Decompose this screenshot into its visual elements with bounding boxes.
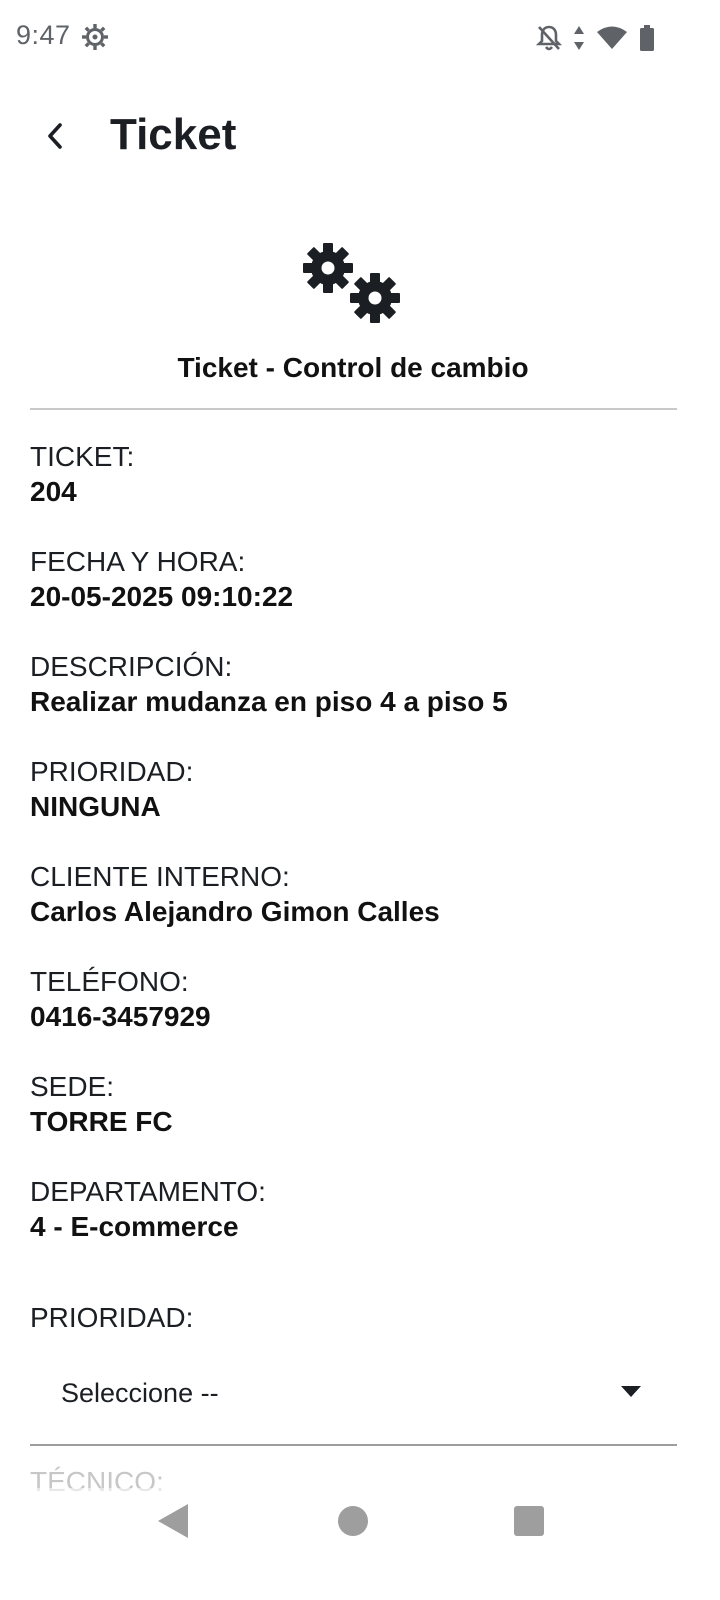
- field-value: 204: [30, 476, 77, 507]
- field-sede: SEDE: TORRE FC: [30, 1070, 690, 1175]
- field-label: SEDE:: [30, 1071, 115, 1102]
- field-label: DESCRIPCIÓN:: [30, 651, 233, 682]
- field-label: DEPARTAMENTO:: [30, 1176, 266, 1207]
- field-value: 4 - E-commerce: [30, 1211, 239, 1242]
- field-value: 20-05-2025 09:10:22: [30, 581, 294, 612]
- field-telefono: TELÉFONO: 0416-3457929: [30, 965, 690, 1070]
- nav-back-icon[interactable]: [158, 1504, 188, 1538]
- field-prioridad: PRIORIDAD: NINGUNA: [30, 755, 690, 860]
- navigation-bar: [0, 1488, 720, 1600]
- settings-icon: [80, 22, 110, 52]
- field-cliente-interno: CLIENTE INTERNO: Carlos Alejandro Gimon …: [30, 860, 690, 965]
- field-ticket: TICKET: 204: [30, 440, 690, 545]
- field-label: FECHA Y HORA:: [30, 546, 246, 577]
- field-fecha-hora: FECHA Y HORA: 20-05-2025 09:10:22: [30, 545, 690, 650]
- ticket-details: TICKET: 204 FECHA Y HORA: 20-05-2025 09:…: [30, 440, 690, 1280]
- battery-icon: [638, 24, 656, 52]
- field-label: TICKET:: [30, 441, 135, 472]
- app-bar: Ticket: [0, 96, 720, 182]
- dropdown-arrow-icon: [621, 1386, 641, 1397]
- status-time: 9:47: [16, 20, 71, 50]
- nav-home-icon[interactable]: [338, 1506, 368, 1536]
- field-value: TORRE FC: [30, 1106, 173, 1137]
- field-descripcion: DESCRIPCIÓN: Realizar mudanza en piso 4 …: [30, 650, 690, 755]
- priority-select-label: PRIORIDAD:: [30, 1302, 194, 1333]
- field-label: PRIORIDAD:: [30, 756, 194, 787]
- data-arrows-icon: [572, 24, 586, 52]
- chevron-left-icon: [44, 121, 68, 156]
- field-departamento: DEPARTAMENTO: 4 - E-commerce: [30, 1175, 690, 1280]
- field-value: NINGUNA: [30, 791, 161, 822]
- field-value: Realizar mudanza en piso 4 a piso 5: [30, 686, 508, 717]
- field-label: CLIENTE INTERNO:: [30, 861, 290, 892]
- nav-recents-icon[interactable]: [514, 1506, 544, 1536]
- status-bar: 9:47: [0, 0, 720, 76]
- wifi-icon: [596, 25, 628, 51]
- back-button[interactable]: [30, 112, 82, 164]
- priority-select[interactable]: Seleccione --: [30, 1350, 677, 1446]
- notifications-off-icon: [536, 24, 562, 52]
- field-value: Carlos Alejandro Gimon Calles: [30, 896, 440, 927]
- gears-icon: [300, 238, 404, 328]
- priority-select-value: Seleccione --: [61, 1378, 219, 1408]
- field-value: 0416-3457929: [30, 1001, 211, 1032]
- status-icons: [536, 22, 656, 54]
- page-title: Ticket: [110, 110, 237, 159]
- divider: [30, 408, 677, 410]
- field-label: TELÉFONO:: [30, 966, 189, 997]
- section-heading: Ticket - Control de cambio: [177, 352, 529, 383]
